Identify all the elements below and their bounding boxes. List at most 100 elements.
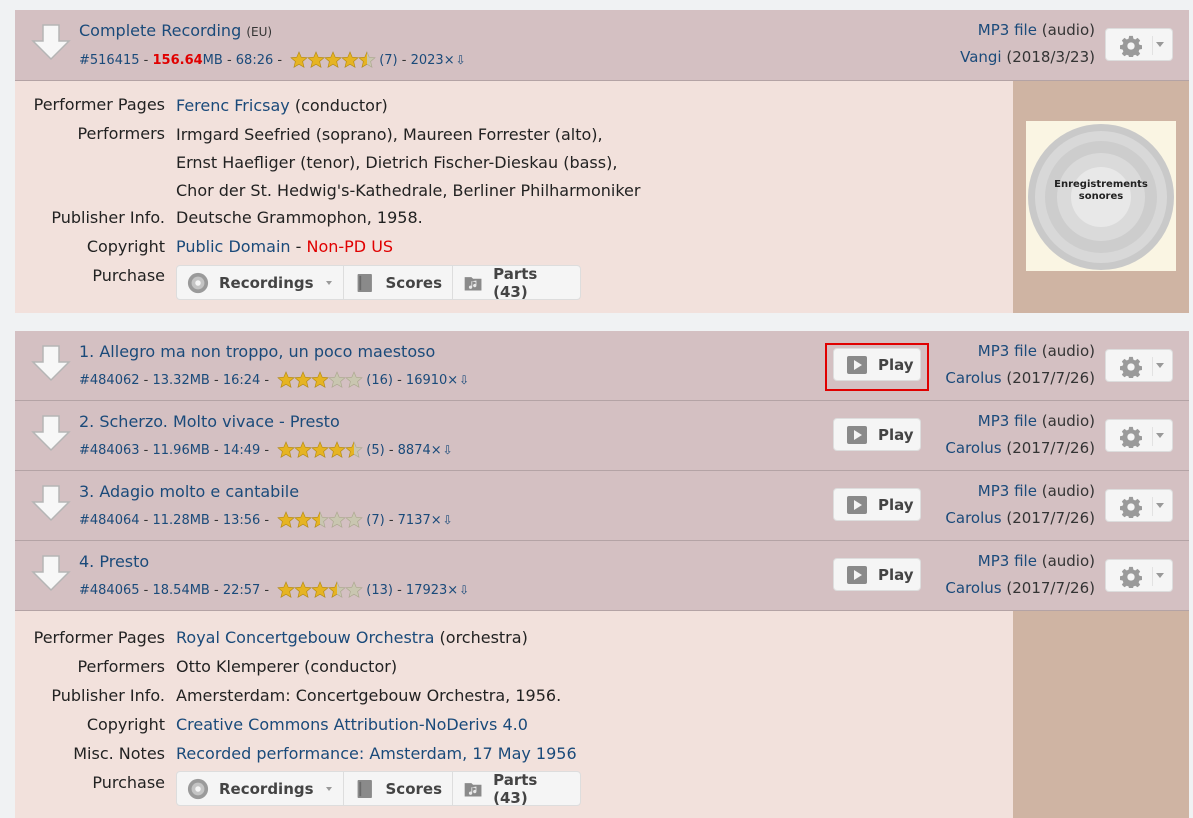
chevron-down-icon [1156,573,1164,578]
value-publisher: Amersterdam: Concertgebouw Orchestra, 19… [176,686,562,705]
rating-count: (7) [379,52,398,68]
track-title[interactable]: 1. Allegro ma non troppo, un poco maesto… [79,342,435,361]
star-icon[interactable] [328,581,346,599]
recordings-button[interactable]: Recordings [177,772,344,805]
rating-stars[interactable] [277,511,363,529]
download-arrow-icon[interactable] [31,23,71,61]
value-copyright: Creative Commons Attribution-NoDerivs 4.… [176,711,528,739]
file-title-text[interactable]: Complete Recording [79,21,241,40]
star-icon[interactable] [294,581,312,599]
download-arrow-icon[interactable] [31,414,71,452]
value-performer-pages: Ferenc Fricsay (conductor) [176,92,388,120]
file-type-link[interactable]: MP3 file [978,21,1037,39]
uploader-link[interactable]: Carolus [945,509,1001,527]
file-type-note: (audio) [1041,482,1095,500]
star-icon[interactable] [328,511,346,529]
file-id: #516415 [79,52,140,68]
file-size-unit: MB [202,52,223,68]
scores-button[interactable]: Scores [344,266,453,299]
download-arrow-icon[interactable] [31,484,71,522]
rating-stars[interactable] [277,441,363,459]
rating-stars[interactable] [277,581,363,599]
play-button[interactable]: Play [833,488,921,521]
play-button[interactable]: Play [833,418,921,451]
performer-page-link[interactable]: Royal Concertgebouw Orchestra [176,628,434,647]
album-cover-image: Enregistrements sonores [1026,121,1176,271]
track-title[interactable]: 3. Adagio molto e cantabile [79,482,299,501]
file-type-note: (audio) [1041,21,1095,39]
file-type-link[interactable]: MP3 file [978,482,1037,500]
file-right-info: MP3 file (audio) Carolus (2017/7/26) [945,338,1095,392]
book-icon [357,273,372,292]
file-right-info: MP3 file (audio) Vangi (2018/3/23) [960,17,1095,71]
star-icon[interactable] [345,511,363,529]
star-icon[interactable] [294,511,312,529]
gear-icon [1120,426,1142,448]
star-icon[interactable] [277,511,295,529]
file-right-info: MP3 file (audio) Carolus (2017/7/26) [945,408,1095,462]
scores-button[interactable]: Scores [344,772,453,805]
file-row-complete: Complete Recording (EU) #516415 - 156.64… [15,10,1189,81]
cover-text-1: Enregistrements [1054,179,1148,190]
copyright-link[interactable]: Public Domain [176,237,291,256]
star-icon[interactable] [307,51,325,69]
star-icon[interactable] [328,371,346,389]
star-icon[interactable] [345,581,363,599]
cover-text-2: sonores [1078,191,1124,202]
play-button[interactable]: Play [833,558,921,591]
info-panel-1: Enregistrements sonores Performer Pages … [15,81,1189,313]
star-icon[interactable] [311,441,329,459]
track-title[interactable]: 4. Presto [79,552,149,571]
star-icon[interactable] [290,51,308,69]
rating-stars[interactable] [277,371,363,389]
track-title[interactable]: 2. Scherzo. Molto vivace - Presto [79,412,340,431]
parts-button[interactable]: Parts (43) [453,265,580,301]
purchase-button-group: Recordings Scores Parts (43) [176,265,581,301]
uploader-link[interactable]: Carolus [945,369,1001,387]
download-arrow-icon[interactable] [31,344,71,382]
star-icon[interactable] [324,51,342,69]
uploader-link[interactable]: Carolus [945,439,1001,457]
star-icon[interactable] [277,581,295,599]
file-options-button[interactable] [1105,28,1173,61]
label-purchase: Purchase [92,266,165,285]
play-icon [847,426,867,444]
file-type-link[interactable]: MP3 file [978,412,1037,430]
star-icon[interactable] [294,441,312,459]
star-icon[interactable] [311,511,329,529]
download-arrow-icon[interactable] [31,554,71,592]
recordings-button[interactable]: Recordings [177,266,344,299]
file-right-info: MP3 file (audio) Carolus (2017/7/26) [945,478,1095,532]
star-icon[interactable] [345,371,363,389]
non-pd-us-link[interactable]: Non-PD US [306,237,393,256]
star-icon[interactable] [311,371,329,389]
star-icon[interactable] [277,441,295,459]
star-icon[interactable] [345,441,363,459]
star-icon[interactable] [328,441,346,459]
file-options-button[interactable] [1105,349,1173,382]
performer-page-link[interactable]: Ferenc Fricsay [176,96,290,115]
star-icon[interactable] [311,581,329,599]
file-type-link[interactable]: MP3 file [978,552,1037,570]
rating-stars[interactable] [290,51,376,69]
file-meta: #516415 - 156.64 MB - 68:26 - (7) - 2023×… [79,51,466,69]
star-icon[interactable] [294,371,312,389]
file-duration: 68:26 [235,52,274,68]
file-options-button[interactable] [1105,489,1173,522]
misc-notes-link[interactable]: Recorded performance: Amsterdam, 17 May … [176,744,577,763]
copyright-link[interactable]: Creative Commons Attribution-NoDerivs 4.… [176,715,528,734]
uploader-link[interactable]: Vangi [960,48,1001,66]
play-button-highlight [825,343,929,391]
parts-button[interactable]: Parts (43) [453,771,580,807]
file-options-button[interactable] [1105,419,1173,452]
file-title[interactable]: Complete Recording (EU) [79,21,272,40]
star-icon[interactable] [358,51,376,69]
performers-line-2: Ernst Haefliger (tenor), Dietrich Fische… [176,153,618,172]
star-icon[interactable] [277,371,295,389]
chevron-down-icon [325,280,332,285]
file-options-button[interactable] [1105,559,1173,592]
file-size: 156.64 [152,52,203,68]
file-type-link[interactable]: MP3 file [978,342,1037,360]
star-icon[interactable] [341,51,359,69]
uploader-link[interactable]: Carolus [945,579,1001,597]
